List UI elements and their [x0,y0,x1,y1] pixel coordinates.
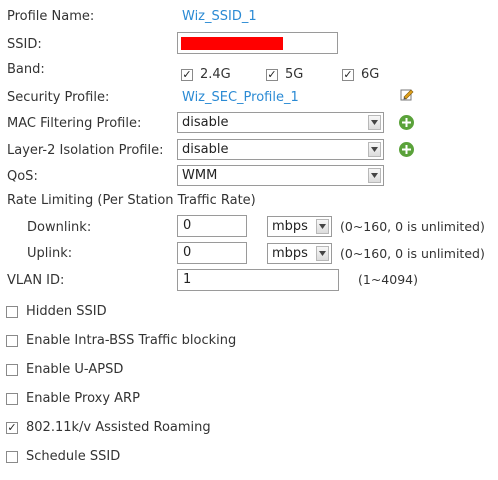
downlink-hint: (0~160, 0 is unlimited) [340,219,485,234]
add-icon[interactable] [399,142,414,157]
rate-limiting-heading: Rate Limiting (Per Station Traffic Rate) [7,193,256,208]
vlan-id-input[interactable]: 1 [177,269,339,291]
schedule-ssid-label: Schedule SSID [26,449,121,464]
band-option-5g[interactable]: ✓ 5G [266,67,303,83]
l2-isolation-label: Layer-2 Isolation Profile: [7,143,164,158]
uplink-label: Uplink: [27,246,73,261]
edit-icon[interactable] [400,87,414,101]
uplink-unit-select[interactable]: mbps [267,243,332,264]
band-6g-label: 6G [361,67,380,82]
mac-filtering-value: disable [182,115,229,130]
u-apsd-label: Enable U-APSD [26,362,124,377]
intra-bss-label: Enable Intra-BSS Traffic blocking [26,333,237,348]
schedule-ssid-checkbox[interactable] [6,451,18,463]
u-apsd-checkbox[interactable] [6,364,18,376]
qos-label: QoS: [7,169,38,184]
band-5g-checkbox[interactable]: ✓ [266,69,278,81]
uplink-input[interactable]: 0 [177,242,247,264]
ssid-label: SSID: [7,37,42,52]
vlan-id-label: VLAN ID: [7,273,65,288]
band-option-2-4g[interactable]: ✓ 2.4G [181,67,231,83]
downlink-label: Downlink: [27,220,92,235]
downlink-unit-select[interactable]: mbps [267,216,332,237]
chevron-down-icon[interactable] [368,115,381,130]
proxy-arp-checkbox[interactable] [6,393,18,405]
downlink-input[interactable]: 0 [177,215,247,237]
ssid-redaction [181,37,283,50]
qos-select[interactable]: WMM [177,165,384,186]
band-option-6g[interactable]: ✓ 6G [342,67,379,83]
hidden-ssid-checkbox[interactable] [6,306,18,318]
assisted-roaming-option[interactable]: ✓ 802.11k/v Assisted Roaming [6,420,211,436]
l2-isolation-value: disable [182,142,229,157]
uplink-unit-value: mbps [272,246,308,261]
band-5g-label: 5G [285,67,304,82]
band-2-4g-checkbox[interactable]: ✓ [181,69,193,81]
security-profile-link[interactable]: Wiz_SEC_Profile_1 [182,90,299,106]
downlink-unit-value: mbps [272,219,308,234]
schedule-ssid-option[interactable]: Schedule SSID [6,449,120,465]
chevron-down-icon[interactable] [316,219,329,234]
hidden-ssid-option[interactable]: Hidden SSID [6,304,107,320]
ssid-input[interactable] [177,32,338,54]
checkmark-icon: ✓ [7,421,17,434]
profile-name-label: Profile Name: [7,9,95,24]
uplink-hint: (0~160, 0 is unlimited) [340,246,485,261]
chevron-down-icon[interactable] [368,168,381,183]
band-label: Band: [7,62,45,77]
qos-value: WMM [182,168,218,183]
vlan-id-hint: (1~4094) [358,272,418,287]
chevron-down-icon[interactable] [368,142,381,157]
profile-name-value: Wiz_SSID_1 [182,9,257,24]
hidden-ssid-label: Hidden SSID [26,304,107,319]
intra-bss-option[interactable]: Enable Intra-BSS Traffic blocking [6,333,236,349]
band-2-4g-label: 2.4G [200,67,231,82]
assisted-roaming-checkbox[interactable]: ✓ [6,422,18,434]
assisted-roaming-label: 802.11k/v Assisted Roaming [26,420,211,435]
l2-isolation-select[interactable]: disable [177,139,384,160]
mac-filtering-select[interactable]: disable [177,112,384,133]
proxy-arp-label: Enable Proxy ARP [26,391,140,406]
band-6g-checkbox[interactable]: ✓ [342,69,354,81]
security-profile-label: Security Profile: [7,90,110,105]
proxy-arp-option[interactable]: Enable Proxy ARP [6,391,140,407]
chevron-down-icon[interactable] [316,246,329,261]
u-apsd-option[interactable]: Enable U-APSD [6,362,123,378]
add-icon[interactable] [399,115,414,130]
mac-filtering-label: MAC Filtering Profile: [7,116,142,131]
intra-bss-checkbox[interactable] [6,335,18,347]
